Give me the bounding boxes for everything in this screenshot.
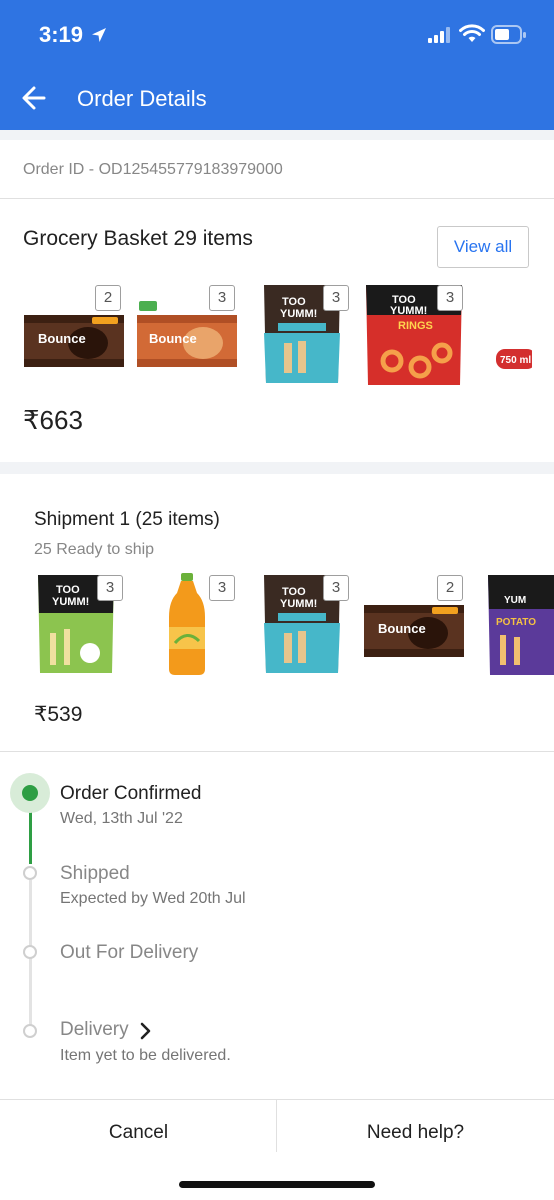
svg-text:TOO: TOO — [56, 584, 80, 596]
svg-text:YUMM!: YUMM! — [280, 308, 317, 320]
step-title: Delivery — [60, 1019, 129, 1040]
step-title: Out For Delivery — [60, 942, 199, 963]
svg-text:750 ml: 750 ml — [500, 355, 531, 366]
svg-text:TOO: TOO — [282, 586, 306, 598]
quantity-badge: 3 — [323, 575, 349, 601]
timeline-dot-pending — [23, 1024, 37, 1038]
order-id: Order ID - OD125455779183979000 — [23, 161, 283, 178]
status-time: 3:19 — [39, 22, 84, 47]
timeline-dot-pending — [23, 945, 37, 959]
signal-icon — [428, 27, 450, 43]
svg-text:Bounce: Bounce — [149, 331, 197, 346]
timeline-dot-pending — [23, 866, 37, 880]
svg-text:TOO: TOO — [282, 296, 306, 308]
product-image-partial: 750 ml — [496, 349, 532, 369]
quantity-badge: 3 — [209, 285, 235, 311]
step-subtitle: Expected by Wed 20th Jul — [60, 890, 246, 907]
shipment-status: 25 Ready to ship — [34, 541, 155, 558]
page-title: Order Details — [77, 86, 207, 111]
svg-text:YUM: YUM — [504, 595, 526, 606]
location-arrow-icon — [92, 28, 106, 42]
shipment-price: ₹539 — [34, 703, 83, 726]
delivery-step-link[interactable]: Delivery — [60, 1019, 151, 1045]
svg-text:YUMM!: YUMM! — [280, 598, 317, 610]
basket-price: ₹663 — [23, 405, 83, 435]
shipment-title: Shipment 1 (25 items) — [34, 509, 220, 530]
step-subtitle: Wed, 13th Jul '22 — [60, 810, 183, 827]
divider — [0, 198, 554, 199]
home-indicator[interactable] — [179, 1181, 375, 1188]
step-subtitle: Item yet to be delivered. — [60, 1047, 231, 1064]
quantity-badge: 3 — [97, 575, 123, 601]
quantity-badge: 3 — [209, 575, 235, 601]
svg-text:POTATO: POTATO — [496, 617, 536, 628]
view-all-button[interactable]: View all — [437, 226, 529, 268]
step-title: Order Confirmed — [60, 783, 202, 804]
cancel-button[interactable]: Cancel — [0, 1100, 277, 1166]
basket-title: Grocery Basket 29 items — [23, 227, 253, 250]
svg-text:Bounce: Bounce — [378, 621, 426, 636]
quantity-badge: 3 — [437, 285, 463, 311]
chevron-right-icon — [140, 1022, 151, 1040]
app-header: 3:19 Order Details — [0, 0, 554, 130]
quantity-badge: 2 — [95, 285, 121, 311]
divider — [0, 751, 554, 752]
step-title: Shipped — [60, 863, 130, 884]
svg-text:RINGS: RINGS — [398, 320, 433, 332]
timeline-dot-done — [22, 785, 38, 801]
battery-icon — [491, 25, 526, 44]
divider-band — [0, 462, 554, 474]
svg-text:YUMM!: YUMM! — [390, 305, 427, 317]
svg-text:Bounce: Bounce — [38, 331, 86, 346]
quantity-badge: 2 — [437, 575, 463, 601]
svg-text:YUMM!: YUMM! — [52, 596, 89, 608]
quantity-badge: 3 — [323, 285, 349, 311]
divider-band — [0, 130, 554, 140]
need-help-button[interactable]: Need help? — [277, 1100, 554, 1166]
back-arrow-icon[interactable] — [20, 84, 48, 112]
wifi-icon — [459, 24, 485, 42]
product-image-partial: YUM POTATO — [488, 575, 554, 675]
